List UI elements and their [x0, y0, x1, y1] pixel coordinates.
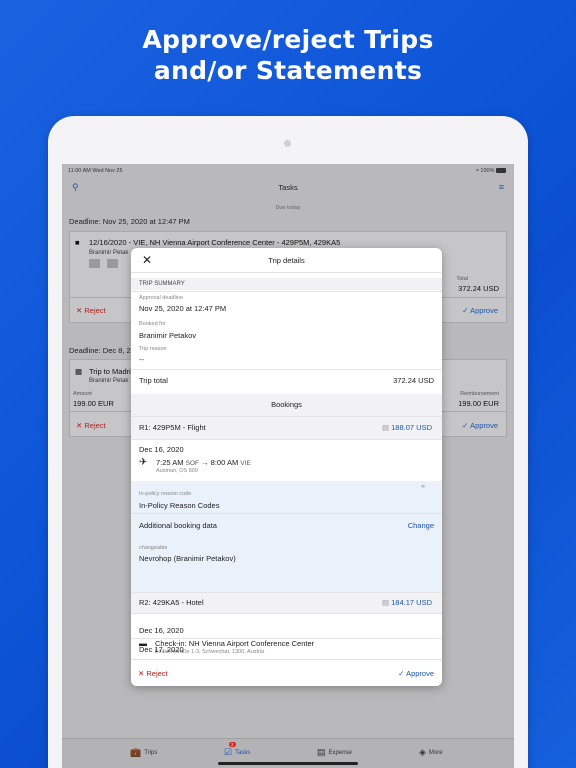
- layers-icon: ◈: [419, 747, 426, 757]
- policy-label: In-policy reason code: [139, 491, 192, 497]
- reject-button[interactable]: ✕ Reject: [76, 421, 106, 430]
- divider: [131, 439, 442, 440]
- statement-icon: ▦: [75, 367, 83, 376]
- policy-panel: ⚭ In-policy reason code In-Policy Reason…: [131, 481, 442, 592]
- trip-total-value: 372.24 USD: [393, 376, 434, 385]
- briefcase-icon: 💼: [130, 747, 142, 757]
- trip-total-label: Trip total: [139, 376, 168, 385]
- trip-details-modal: ✕ Trip details TRIP SUMMARY Approval dea…: [131, 248, 442, 686]
- deadline-header-1: Deadline: Nov 25, 2020 at 12:47 PM: [69, 217, 190, 226]
- tab-trips[interactable]: 💼 Trips: [130, 747, 157, 758]
- briefcase-icon: ■: [75, 238, 80, 247]
- nav-bar: ⚲ Tasks ≡: [62, 178, 514, 198]
- battery-icon: [496, 168, 506, 173]
- trip-summary-header: TRIP SUMMARY: [131, 278, 442, 290]
- check-icon: ✓: [462, 421, 471, 430]
- approve-button[interactable]: ✓ Approve: [462, 306, 498, 315]
- headline-line-1: Approve/reject Trips: [142, 25, 434, 54]
- modal-header: ✕ Trip details: [131, 248, 442, 273]
- tab-expense[interactable]: ▤ Expense: [317, 747, 352, 758]
- check-icon: ✓: [398, 669, 407, 678]
- battery-status: ≈ 100%: [476, 168, 506, 174]
- checkbox-icon: ☑ 2: [224, 742, 236, 757]
- modal-footer: ✕ Reject ✓ Approve: [131, 659, 442, 686]
- headline-line-2: and/or Statements: [153, 56, 423, 85]
- tab-more[interactable]: ◈ More: [419, 747, 443, 758]
- approval-deadline-label: Approval deadline: [139, 295, 184, 301]
- modal-reject-button[interactable]: ✕ Reject: [138, 669, 168, 678]
- booking-r1-header[interactable]: R1: 429P5M - Flight ▤ 188.07 USD: [131, 416, 442, 439]
- reimbursement-value: 199.00 EUR: [458, 399, 499, 408]
- nav-title: Tasks: [278, 183, 298, 192]
- home-indicator: [218, 762, 358, 765]
- reject-button[interactable]: ✕ Reject: [76, 306, 106, 315]
- next-date: Dec 17, 2020: [139, 645, 184, 654]
- flight-date: Dec 16, 2020: [139, 445, 184, 454]
- total-amount: 372.24 USD: [458, 284, 499, 293]
- battery-level: 100%: [480, 168, 495, 174]
- amount-label: Amount: [73, 391, 92, 397]
- airplane-icon: ✈: [139, 457, 148, 468]
- document-icon: ▤: [381, 598, 392, 607]
- due-today-label: Due today: [275, 205, 301, 211]
- reimbursement-label: Reimbursement: [460, 391, 499, 397]
- promo-headline: Approve/reject Trips and/or Statements: [0, 24, 576, 86]
- divider: [131, 291, 442, 292]
- additional-booking-label: Additional booking data: [139, 521, 217, 530]
- wifi-icon: ≈: [475, 168, 479, 174]
- flight-route: 7:25 AM SOF → 8:00 AM VIE: [156, 458, 251, 467]
- trip-reason-value: --: [139, 355, 144, 364]
- booked-for-label: Booked for: [139, 321, 166, 327]
- booking-r2-title: R2: 429KA5 - Hotel: [139, 598, 204, 607]
- change-button[interactable]: Change: [408, 521, 434, 530]
- flight-badge-icon: [107, 259, 118, 268]
- divider: [131, 369, 442, 370]
- policy-value: In-Policy Reason Codes: [139, 501, 220, 510]
- booking-r1-title: R1: 429P5M - Flight: [139, 423, 206, 432]
- tab-tasks[interactable]: ☑ 2 Tasks: [224, 742, 250, 758]
- booking-r1-price: ▤ 188.07 USD: [381, 423, 432, 432]
- status-time: 11:00 AM Wed Nov 25: [68, 168, 123, 174]
- bookings-header: Bookings: [131, 394, 442, 416]
- deadline-header-2: Deadline: Dec 8, 2: [69, 346, 131, 355]
- booking-r2-header[interactable]: R2: 429KA5 - Hotel ▤ 184.17 USD: [131, 592, 442, 614]
- task-title: 12/16/2020 - VIE, NH Vienna Airport Conf…: [89, 238, 341, 247]
- trip-reason-label: Trip reason: [139, 346, 167, 352]
- amount-value: 199.00 EUR: [73, 399, 114, 408]
- flight-carrier: Austrian, OS 800: [156, 468, 198, 474]
- hotel-date: Dec 16, 2020: [139, 626, 184, 635]
- task-traveler: Branimir Petak: [89, 250, 129, 256]
- modal-title: Trip details: [268, 256, 305, 265]
- divider: [131, 638, 442, 639]
- hotel-badge-icon: [89, 259, 100, 268]
- camera-dot: [284, 140, 291, 147]
- task-traveler: Branimir Petak: [89, 378, 129, 384]
- modal-body[interactable]: TRIP SUMMARY Approval deadline Nov 25, 2…: [131, 273, 442, 659]
- document-icon: ▤: [381, 423, 392, 432]
- booked-for-value: Branimir Petakov: [139, 331, 197, 340]
- booking-r2-price: ▤ 184.17 USD: [381, 598, 432, 607]
- task-title: Trip to Madri: [89, 367, 131, 376]
- attachment-icon[interactable]: ⚭: [420, 483, 426, 491]
- status-bar: 11:00 AM Wed Nov 25 ≈ 100%: [62, 164, 514, 178]
- check-icon: ✓: [462, 306, 471, 315]
- changeable-value: Nevrohop (Branimir Petakov): [139, 554, 236, 563]
- filter-icon[interactable]: ≡: [499, 182, 504, 192]
- receipt-icon: ▤: [317, 747, 326, 757]
- modal-approve-button[interactable]: ✓ Approve: [398, 669, 434, 678]
- approve-button[interactable]: ✓ Approve: [462, 421, 498, 430]
- total-label: Total: [456, 276, 468, 282]
- tasks-badge: 2: [229, 742, 236, 747]
- approval-deadline-value: Nov 25, 2020 at 12:47 PM: [139, 304, 227, 313]
- divider: [131, 513, 442, 514]
- changeable-label: changeable: [139, 545, 168, 551]
